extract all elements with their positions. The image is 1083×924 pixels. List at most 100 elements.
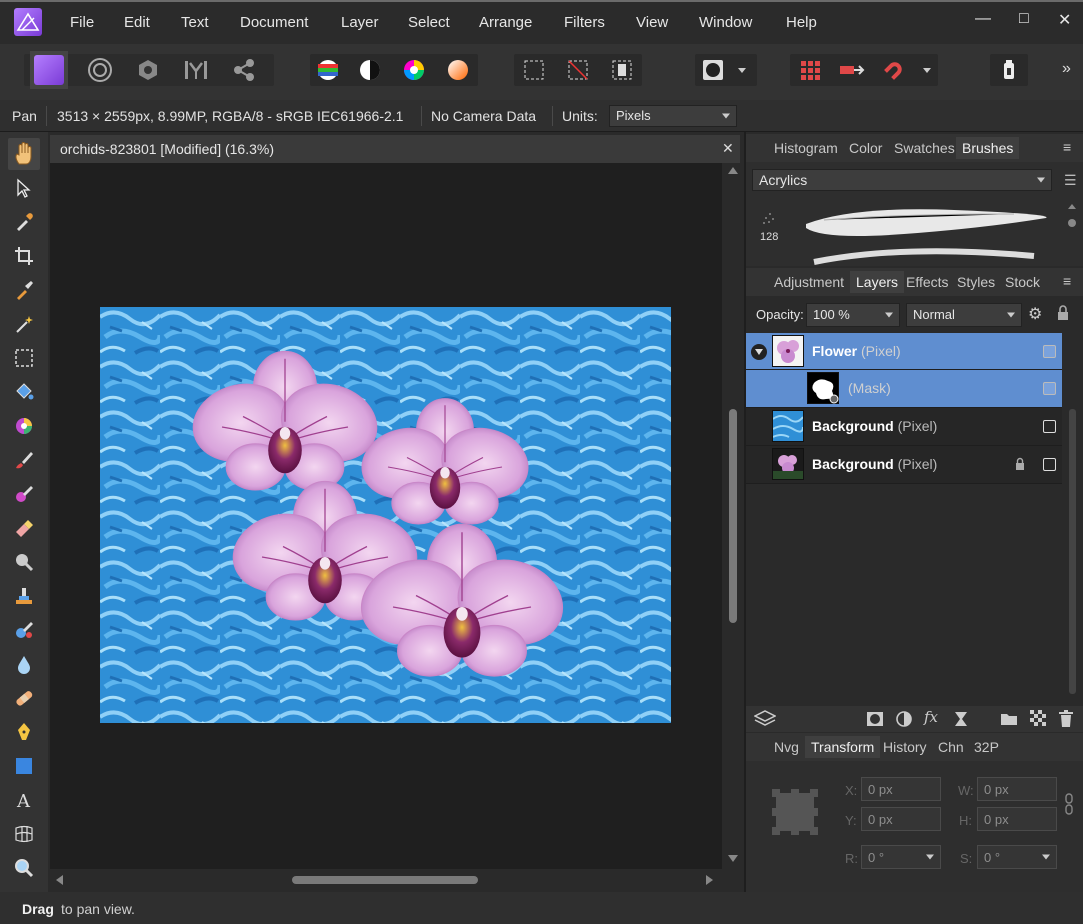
deselect-button[interactable] <box>562 54 594 86</box>
y-field[interactable]: 0 px <box>861 807 941 831</box>
develop-persona-button[interactable] <box>132 54 164 86</box>
layer-stack-icon[interactable] <box>753 710 777 731</box>
document-image[interactable] <box>100 307 671 723</box>
tab-history[interactable]: History <box>883 739 927 755</box>
tab-navigator[interactable]: Nvg <box>774 739 799 755</box>
scroll-up-arrow-icon[interactable] <box>1068 204 1076 209</box>
quick-mask-dropdown[interactable] <box>731 54 753 86</box>
tone-mapping-persona-button[interactable] <box>180 54 212 86</box>
menu-select[interactable]: Select <box>408 14 450 31</box>
layer-visibility-checkbox[interactable] <box>1043 345 1056 358</box>
link-aspect-icon[interactable] <box>1064 793 1074 818</box>
vertical-scrollbar[interactable] <box>722 163 744 869</box>
layer-visibility-checkbox[interactable] <box>1043 420 1056 433</box>
menu-view[interactable]: View <box>636 14 668 31</box>
layer-visibility-checkbox[interactable] <box>1043 382 1056 395</box>
auto-contrast-button[interactable] <box>354 54 386 86</box>
view-tool[interactable] <box>8 138 40 170</box>
shear-field[interactable]: 0 ° <box>977 845 1057 869</box>
layer-visibility-checkbox[interactable] <box>1043 458 1056 471</box>
layer-row-flower[interactable]: Flower (Pixel) <box>746 333 1062 370</box>
menu-text[interactable]: Text <box>181 14 209 31</box>
tab-32p[interactable]: 32P <box>974 739 999 755</box>
force-pixel-alignment-button[interactable] <box>836 54 868 86</box>
healing-brush-tool[interactable] <box>8 614 40 646</box>
canvas-area[interactable] <box>50 163 722 869</box>
brush-list-scrollbar[interactable] <box>1068 204 1078 262</box>
opacity-dropdown[interactable]: 100 % <box>806 303 900 327</box>
liquify-persona-button[interactable] <box>84 54 116 86</box>
color-picker-tool[interactable] <box>8 206 40 238</box>
height-field[interactable]: 0 px <box>977 807 1057 831</box>
brush-preview-list[interactable]: 128 <box>754 204 1054 266</box>
assistant-button[interactable] <box>993 54 1025 86</box>
snapping-button[interactable] <box>878 54 910 86</box>
expand-toggle[interactable] <box>751 344 767 360</box>
clone-brush-tool[interactable] <box>8 580 40 612</box>
layers-scroll-thumb[interactable] <box>1069 409 1076 694</box>
panel-menu-icon[interactable]: ≡ <box>1063 273 1071 289</box>
rotation-field[interactable]: 0 ° <box>861 845 941 869</box>
flood-fill-tool[interactable] <box>8 376 40 408</box>
fx-icon[interactable]: fx <box>924 708 938 726</box>
menu-arrange[interactable]: Arrange <box>479 14 532 31</box>
lock-icon[interactable] <box>1015 457 1025 474</box>
pen-tool[interactable] <box>8 716 40 748</box>
invert-selection-button[interactable] <box>606 54 638 86</box>
menu-document[interactable]: Document <box>240 14 308 31</box>
tab-brushes[interactable]: Brushes <box>956 137 1020 159</box>
list-view-icon[interactable]: ☰ <box>1064 172 1077 189</box>
menu-layer[interactable]: Layer <box>341 14 379 31</box>
add-pixel-layer-icon[interactable] <box>1030 710 1046 729</box>
tab-transform[interactable]: Transform <box>805 736 881 758</box>
add-mask-icon[interactable] <box>866 711 884 730</box>
auto-white-balance-button[interactable] <box>442 54 474 86</box>
tab-color[interactable]: Color <box>849 140 882 156</box>
zoom-tool[interactable] <box>8 852 40 884</box>
flood-select-tool[interactable] <box>8 308 40 340</box>
auto-levels-button[interactable] <box>312 54 344 86</box>
panel-menu-icon[interactable]: ≡ <box>1063 139 1071 155</box>
select-all-button[interactable] <box>518 54 550 86</box>
gear-icon[interactable]: ⚙ <box>1028 304 1042 324</box>
tab-styles[interactable]: Styles <box>957 274 995 290</box>
tab-adjustment[interactable]: Adjustment <box>774 274 844 290</box>
scroll-thumb[interactable] <box>1068 219 1076 227</box>
move-tool[interactable] <box>8 172 40 204</box>
artistic-text-tool[interactable]: A <box>8 784 40 816</box>
trash-icon[interactable] <box>1059 710 1073 730</box>
paint-brush-tool[interactable] <box>8 444 40 476</box>
gradient-tool[interactable] <box>8 410 40 442</box>
document-tab[interactable]: orchids-823801 [Modified] (16.3%) ✕ <box>50 135 740 163</box>
units-dropdown[interactable]: Pixels <box>609 105 737 127</box>
menu-file[interactable]: File <box>70 14 94 31</box>
layer-row-mask[interactable]: (Mask) <box>746 370 1062 408</box>
layer-row-background-1[interactable]: Background (Pixel) <box>746 408 1062 446</box>
layers-scrollbar[interactable] <box>1062 334 1083 704</box>
close-document-button[interactable]: ✕ <box>722 140 734 157</box>
quick-mask-button[interactable] <box>697 54 729 86</box>
selection-brush-tool[interactable] <box>8 274 40 306</box>
dodge-brush-tool[interactable] <box>8 546 40 578</box>
x-field[interactable]: 0 px <box>861 777 941 801</box>
layer-row-background-2[interactable]: Background (Pixel) <box>746 446 1062 484</box>
scroll-right-arrow-icon[interactable] <box>706 875 713 885</box>
photo-persona-button[interactable] <box>30 51 68 89</box>
adjustment-layer-icon[interactable] <box>895 710 913 731</box>
horizontal-scrollbar[interactable] <box>50 869 722 891</box>
close-window-button[interactable]: ✕ <box>1058 10 1071 30</box>
folder-icon[interactable] <box>1000 711 1018 729</box>
snapping-dropdown[interactable] <box>916 54 938 86</box>
tab-effects[interactable]: Effects <box>906 274 949 290</box>
menu-edit[interactable]: Edit <box>124 14 150 31</box>
scroll-left-arrow-icon[interactable] <box>56 875 63 885</box>
lock-icon[interactable] <box>1057 305 1069 324</box>
auto-colors-button[interactable] <box>398 54 430 86</box>
maximize-button[interactable]: □ <box>1019 10 1029 28</box>
tab-stock[interactable]: Stock <box>1005 274 1040 290</box>
toolbar-overflow-button[interactable]: » <box>1062 60 1071 78</box>
width-field[interactable]: 0 px <box>977 777 1057 801</box>
scroll-up-arrow-icon[interactable] <box>728 167 738 174</box>
crop-tool[interactable] <box>8 240 40 272</box>
marquee-tool[interactable] <box>8 342 40 374</box>
